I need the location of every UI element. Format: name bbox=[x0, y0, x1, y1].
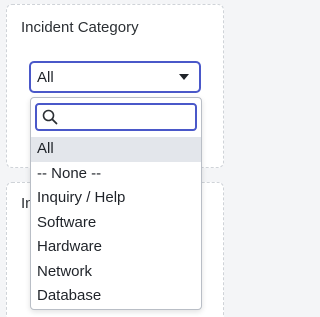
incident-category-dropdown: All -- None -- Inquiry / Help Software Hardw… bbox=[30, 97, 202, 310]
dropdown-option[interactable]: Inquiry / Help bbox=[31, 186, 201, 211]
dropdown-option[interactable]: Software bbox=[31, 211, 201, 236]
search-icon bbox=[42, 109, 58, 125]
dropdown-options-list: All -- None -- Inquiry / Help Software Hardw… bbox=[31, 137, 201, 309]
incident-category-select[interactable]: All bbox=[29, 61, 201, 93]
dropdown-option[interactable]: All bbox=[31, 137, 201, 162]
dropdown-option[interactable]: Hardware bbox=[31, 235, 201, 260]
dropdown-search-box[interactable] bbox=[35, 103, 197, 131]
caret-down-icon bbox=[179, 74, 189, 80]
incident-category-label: Incident Category bbox=[21, 19, 139, 36]
dropdown-option[interactable]: -- None -- bbox=[31, 162, 201, 187]
dropdown-search-input[interactable] bbox=[62, 109, 195, 125]
dropdown-option[interactable]: Database bbox=[31, 284, 201, 309]
dropdown-option[interactable]: Network bbox=[31, 260, 201, 285]
page: Incident Category In All All -- None -- In… bbox=[0, 0, 230, 317]
select-current-value: All bbox=[37, 68, 54, 86]
